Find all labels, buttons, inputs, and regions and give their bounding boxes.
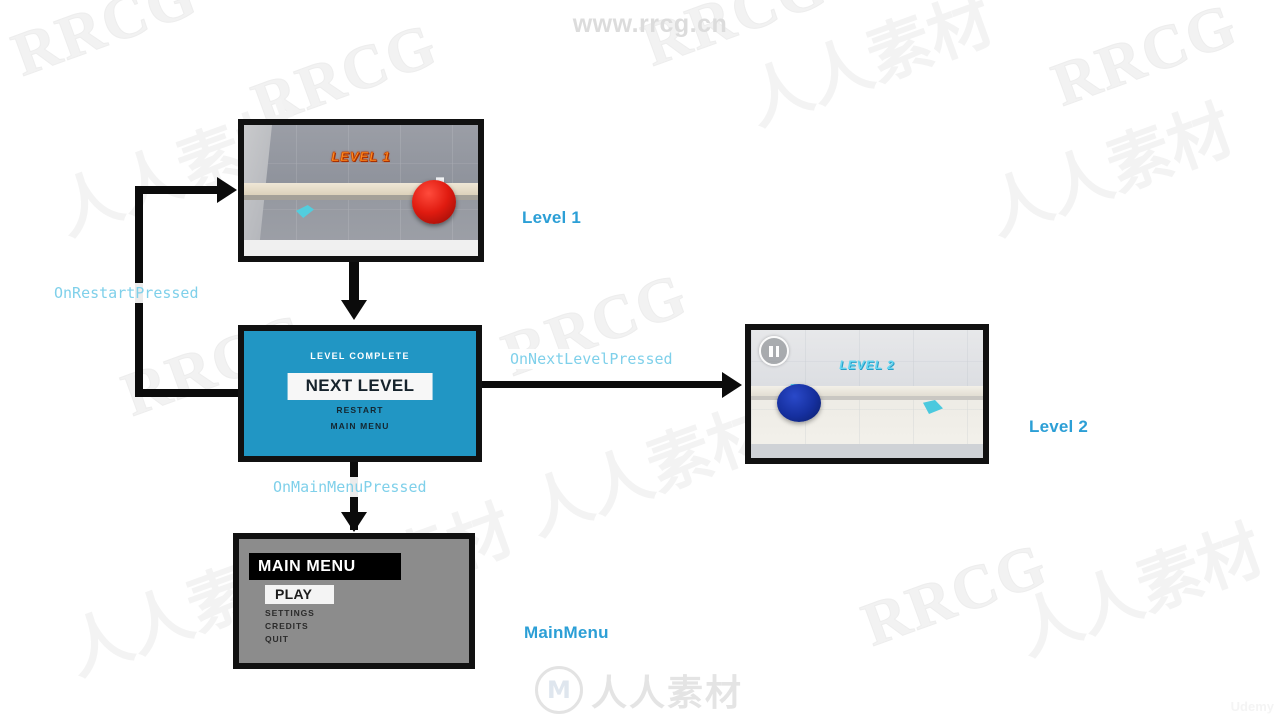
main-menu-banner: MAIN MENU <box>249 553 401 580</box>
state-panel-level1[interactable]: LEVEL 1 <box>238 119 484 262</box>
watermark-cjk: 人人素材 <box>1007 513 1273 671</box>
arrowhead-down-levelcomplete <box>341 300 367 320</box>
watermark-rrcg: RRCG <box>633 0 837 80</box>
level-complete-title: LEVEL COMPLETE <box>310 351 410 361</box>
transition-label-restart: OnRestartPressed <box>51 283 202 303</box>
state-label-main-menu: MainMenu <box>524 623 609 642</box>
arrowhead-down-mainmenu <box>341 512 367 532</box>
level1-floor <box>244 240 478 256</box>
brand-name: 人人素材 <box>591 672 744 714</box>
pause-icon[interactable] <box>759 336 789 366</box>
credits-button[interactable]: CREDITS <box>265 621 309 631</box>
quit-button[interactable]: QUIT <box>265 634 289 644</box>
connector-restart-top <box>135 186 225 194</box>
watermark-cjk: 人人素材 <box>517 393 783 551</box>
watermark-bottom-brand: M 人人素材 <box>535 662 765 717</box>
diagram-canvas: RRCG RRCG RRCG RRCG RRCG RRCG RRCG 人人素材 … <box>0 0 1280 720</box>
watermark-rrcg: RRCG <box>493 260 697 390</box>
state-panel-level2[interactable]: LEVEL 2 <box>745 324 989 464</box>
level1-player-ball <box>412 180 456 224</box>
restart-button[interactable]: RESTART <box>244 405 476 415</box>
brand-logo-icon: M <box>535 665 583 714</box>
watermark-rrcg: RRCG <box>853 530 1057 660</box>
settings-button[interactable]: SETTINGS <box>265 608 315 618</box>
level2-floor <box>751 444 983 458</box>
arrowhead-right-level1 <box>217 177 237 203</box>
connector-restart-bottom <box>135 389 241 397</box>
watermark-cjk: 人人素材 <box>737 0 1003 141</box>
transition-label-main-menu: OnMainMenuPressed <box>270 477 430 497</box>
main-menu-banner-label: MAIN MENU <box>258 557 356 575</box>
watermark-rrcg: RRCG <box>1043 0 1247 120</box>
udemy-label: Udemy <box>1230 699 1274 714</box>
watermark-cjk: 人人素材 <box>977 93 1243 251</box>
main-menu-button[interactable]: MAIN MENU <box>244 421 476 431</box>
state-label-level1: Level 1 <box>522 208 582 227</box>
watermark-rrcg: RRCG <box>3 0 207 90</box>
level2-player-ball <box>777 384 821 422</box>
watermark-udemy: Udemy <box>1231 699 1274 714</box>
state-label-level2: Level 2 <box>1029 417 1089 436</box>
connector-levelcomplete-to-level2 <box>480 381 728 388</box>
state-panel-level-complete[interactable]: LEVEL COMPLETE NEXT LEVEL RESTART MAIN M… <box>238 325 482 462</box>
level1-scene-title: LEVEL 1 <box>331 148 391 164</box>
next-level-button[interactable]: NEXT LEVEL <box>287 373 433 400</box>
state-panel-main-menu[interactable]: MAIN MENU PLAY SETTINGS CREDITS QUIT <box>233 533 475 669</box>
play-button[interactable]: PLAY <box>265 585 335 604</box>
watermark-top-url: www.rrcg.cn <box>572 10 728 38</box>
arrowhead-right-level2 <box>722 372 742 398</box>
transition-label-next-level: OnNextLevelPressed <box>507 349 676 369</box>
